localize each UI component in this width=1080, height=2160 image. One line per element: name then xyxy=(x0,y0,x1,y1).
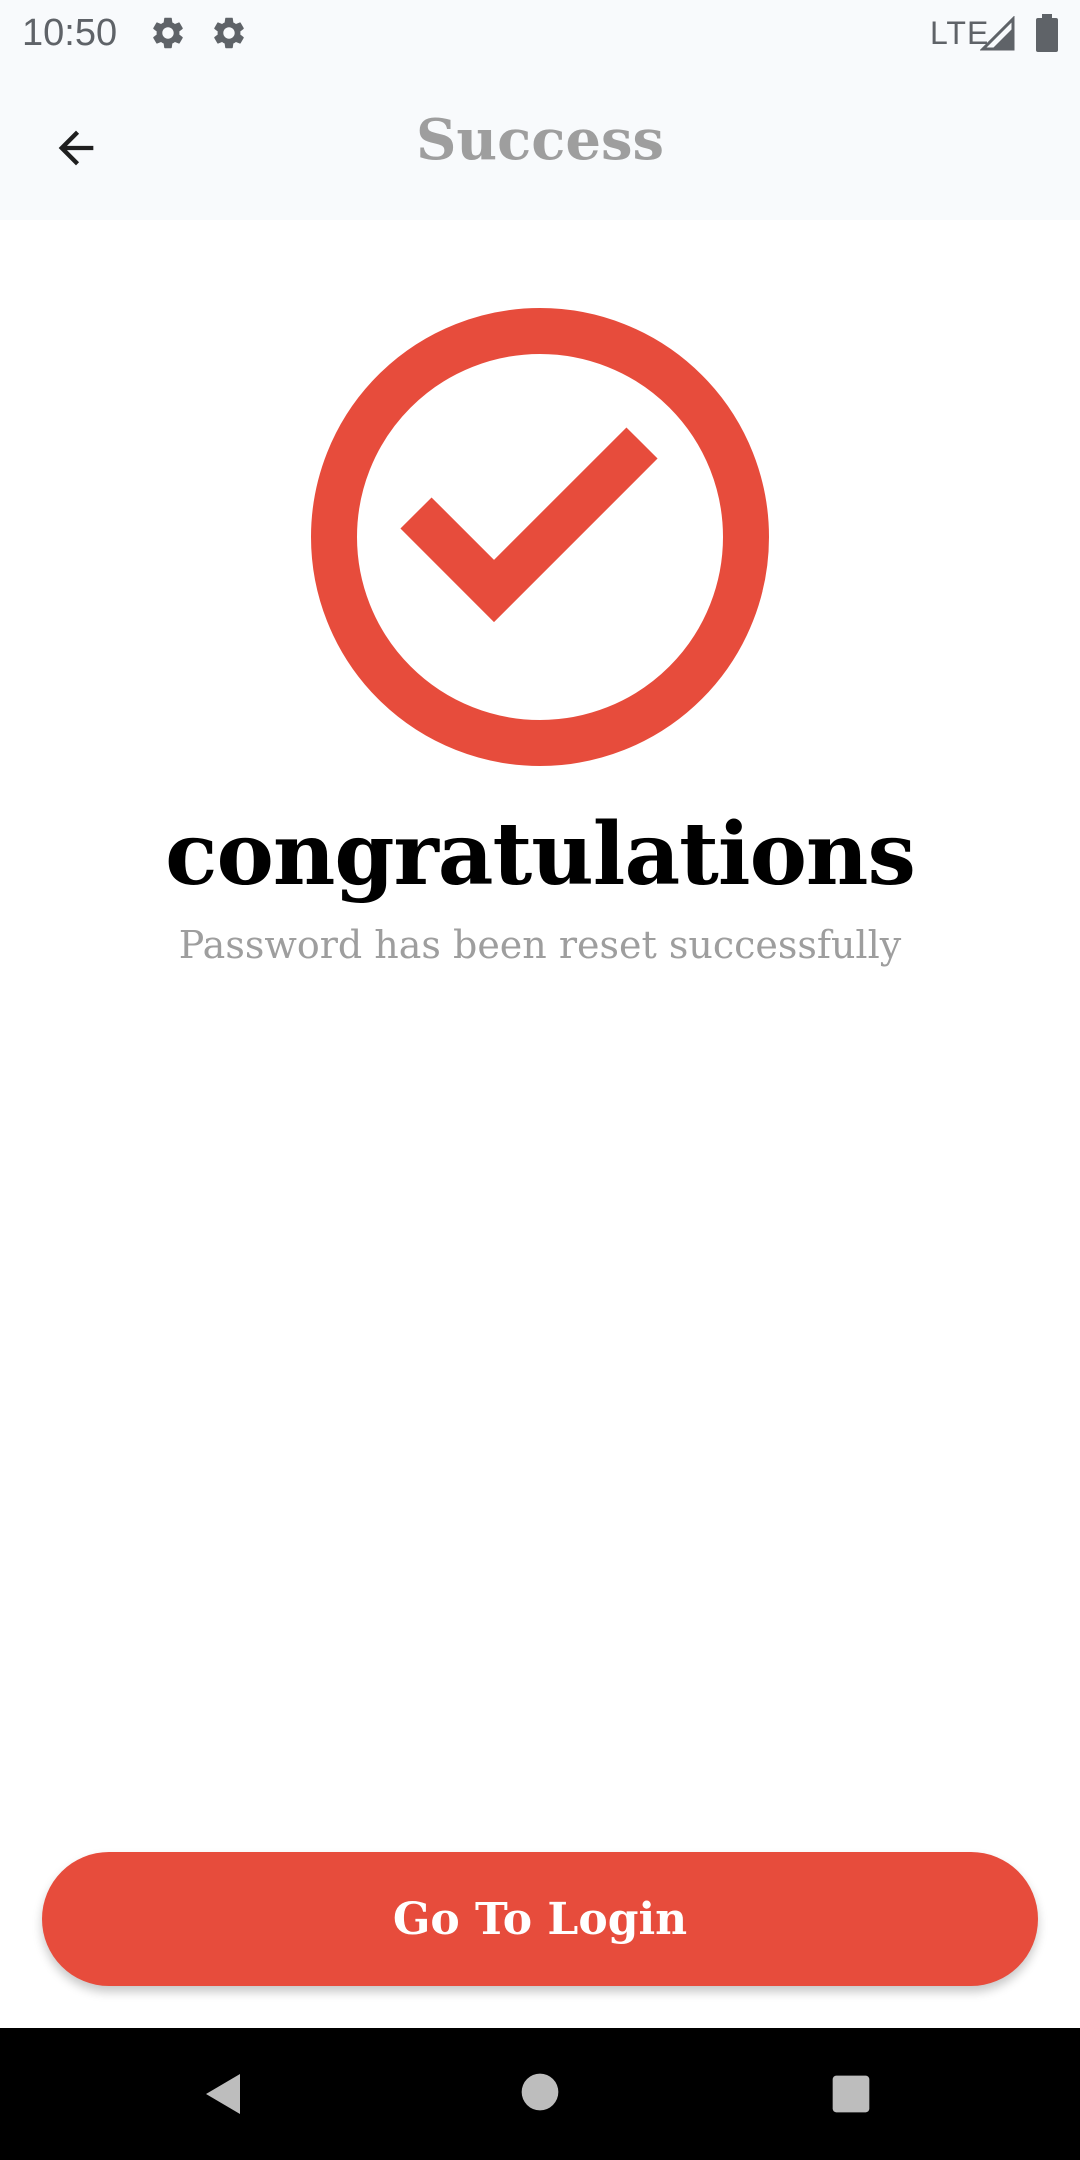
settings-notification-icon xyxy=(214,17,244,49)
check-circle-icon xyxy=(311,308,769,766)
battery-icon xyxy=(1036,14,1058,52)
nav-back-icon[interactable] xyxy=(200,2070,248,2118)
settings-notification-icon xyxy=(153,17,183,49)
nav-recents-icon[interactable] xyxy=(829,2072,873,2116)
nav-home-icon[interactable] xyxy=(518,2070,562,2114)
system-nav-bar xyxy=(0,2028,1080,2160)
go-to-login-label: Go To Login xyxy=(392,1893,688,1945)
status-bar: 10:50 LTE xyxy=(0,0,1080,68)
success-content: congratulations Password has been reset … xyxy=(0,220,1080,2028)
app-bar: Success xyxy=(0,68,1080,220)
go-to-login-button[interactable]: Go To Login xyxy=(42,1852,1038,1986)
status-time: 10:50 xyxy=(22,12,118,54)
success-message: Password has been reset successfully xyxy=(178,923,902,967)
headline: congratulations xyxy=(165,804,916,905)
signal-icon xyxy=(980,16,1015,51)
page-title: Success xyxy=(415,107,665,173)
